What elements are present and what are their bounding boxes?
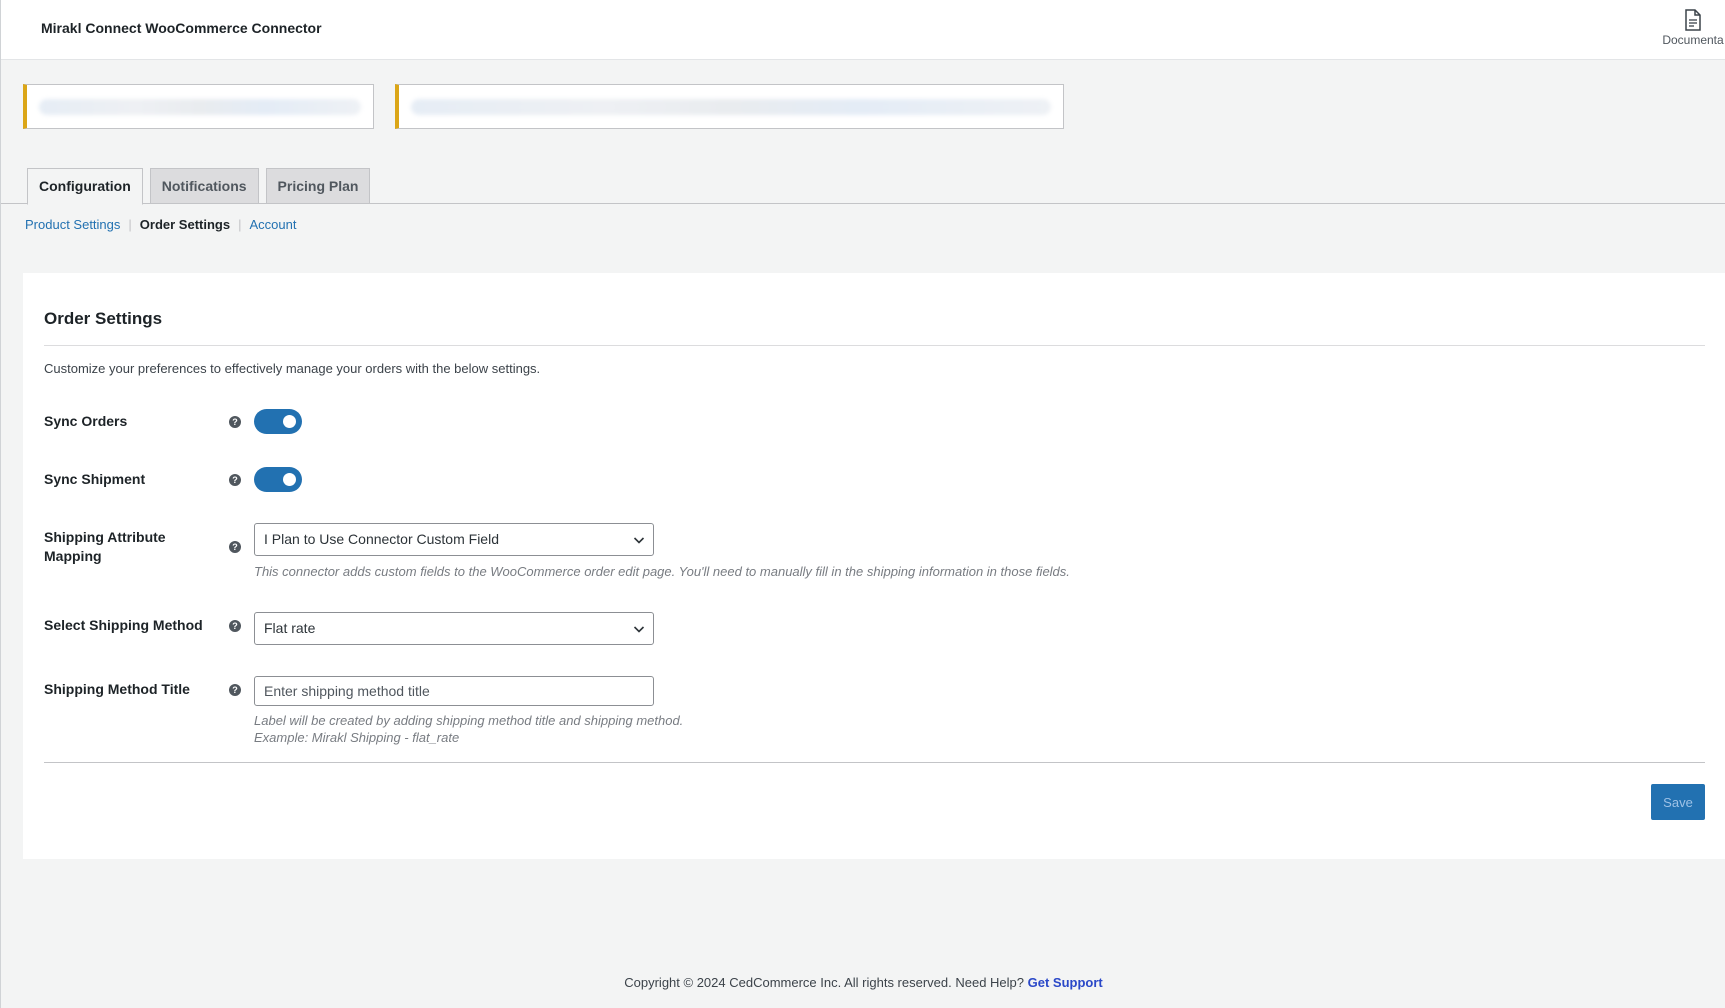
chevron-down-icon [633, 537, 645, 544]
footer: Copyright © 2024 CedCommerce Inc. All ri… [1, 975, 1725, 990]
shipping-method-title-input[interactable] [254, 676, 654, 706]
selected-value: Flat rate [264, 620, 316, 636]
settings-subnav: Product Settings | Order Settings | Acco… [25, 217, 296, 232]
subnav-order-settings[interactable]: Order Settings [140, 217, 230, 232]
redacted-notice-text [39, 99, 361, 115]
hint-line: Example: Mirakl Shipping - flat_rate [254, 730, 460, 745]
section-divider [44, 345, 1705, 346]
save-button[interactable]: Save [1651, 784, 1705, 820]
hint-line: Label will be created by adding shipping… [254, 713, 684, 728]
documentation-label: Documenta [1662, 33, 1724, 47]
label-line: Shipping Attribute [44, 529, 166, 545]
subnav-account[interactable]: Account [249, 217, 296, 232]
shipping-attribute-mapping-label: Shipping Attribute Mapping [44, 528, 166, 566]
document-icon [1685, 9, 1701, 31]
sync-shipment-label: Sync Shipment [44, 471, 146, 487]
select-shipping-method-label: Select Shipping Method [44, 617, 203, 633]
toggle-knob [283, 415, 296, 428]
main-tabs: Configuration Notifications Pricing Plan [27, 168, 371, 205]
shipping-method-title-hint: Label will be created by adding shipping… [254, 712, 683, 746]
help-icon[interactable]: ? [229, 620, 241, 632]
section-description: Customize your preferences to effectivel… [44, 361, 541, 376]
help-icon[interactable]: ? [229, 416, 241, 428]
subnav-separator: | [128, 217, 132, 232]
redacted-notice-text [411, 99, 1051, 115]
sync-shipment-toggle[interactable] [254, 467, 302, 492]
documentation-link[interactable]: Documenta [1653, 9, 1725, 47]
sync-orders-toggle[interactable] [254, 409, 302, 434]
subnav-product-settings[interactable]: Product Settings [25, 217, 120, 232]
shipping-attribute-mapping-select[interactable]: I Plan to Use Connector Custom Field [254, 523, 654, 556]
tab-notifications[interactable]: Notifications [149, 168, 259, 204]
footer-copyright: Copyright © 2024 CedCommerce Inc. All ri… [624, 975, 1025, 990]
notice-banner [23, 84, 374, 129]
tab-pricing-plan[interactable]: Pricing Plan [265, 168, 371, 204]
subnav-separator: | [238, 217, 242, 232]
shipping-attribute-hint: This connector adds custom fields to the… [254, 564, 1070, 579]
tab-configuration[interactable]: Configuration [27, 168, 143, 205]
help-icon[interactable]: ? [229, 541, 241, 553]
selected-value: I Plan to Use Connector Custom Field [264, 531, 499, 547]
help-icon[interactable]: ? [229, 684, 241, 696]
toggle-knob [283, 473, 296, 486]
help-icon[interactable]: ? [229, 474, 241, 486]
get-support-link[interactable]: Get Support [1028, 975, 1103, 990]
top-bar: Mirakl Connect WooCommerce Connector Doc… [1, 0, 1725, 60]
shipping-method-title-label: Shipping Method Title [44, 681, 190, 697]
notice-banner [395, 84, 1064, 129]
shipping-method-select[interactable]: Flat rate [254, 612, 654, 645]
sync-orders-label: Sync Orders [44, 413, 128, 429]
section-title: Order Settings [44, 309, 163, 328]
label-line: Mapping [44, 548, 102, 564]
form-divider [44, 762, 1705, 763]
app-title: Mirakl Connect WooCommerce Connector [41, 20, 322, 36]
chevron-down-icon [633, 626, 645, 633]
order-settings-card: Order Settings Customize your preference… [23, 273, 1725, 859]
